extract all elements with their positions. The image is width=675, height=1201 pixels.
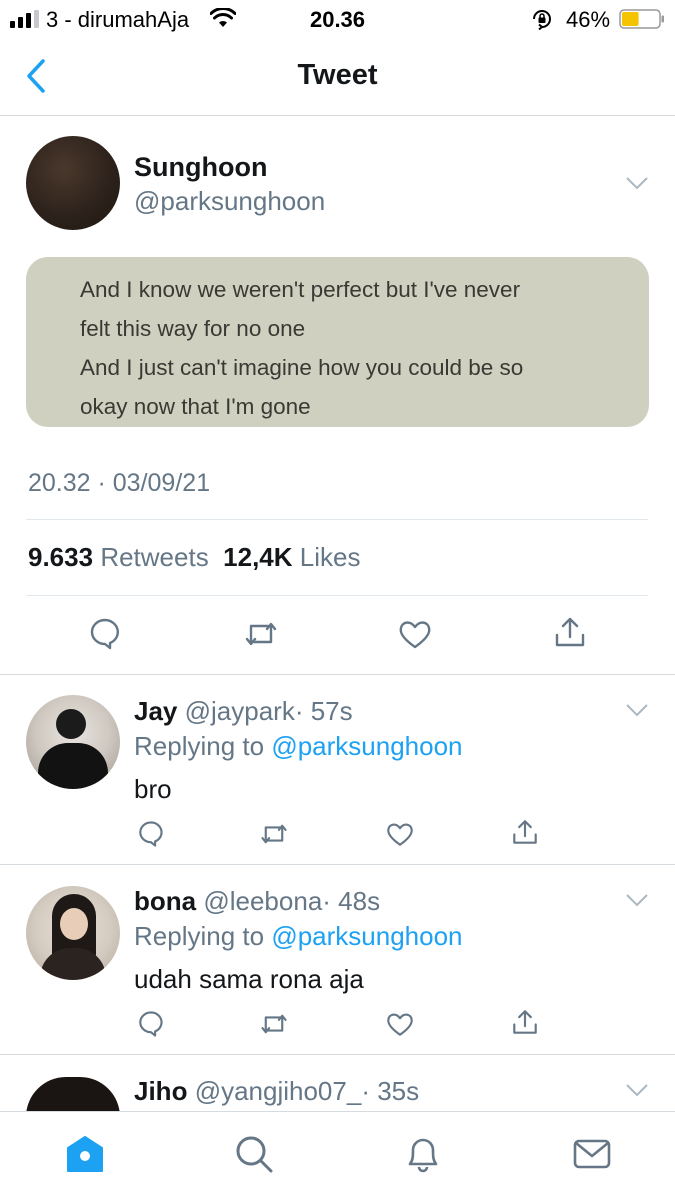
like-icon[interactable] (386, 820, 414, 848)
tweet-timestamp: 20.32 · 03/09/21 (28, 469, 211, 497)
author-name[interactable]: Sunghoon (134, 152, 267, 183)
replying-to: Replying to @parksunghoon (134, 731, 463, 762)
likes-count[interactable]: 12,4K (223, 542, 292, 572)
replying-to-link[interactable]: @parksunghoon (271, 731, 462, 761)
notifications-icon[interactable] (403, 1134, 443, 1174)
image-text-line: And I just can't imagine how you could b… (80, 355, 524, 380)
author-name[interactable]: Jay (134, 696, 177, 726)
divider (26, 519, 648, 520)
retweets-label[interactable]: Retweets (100, 542, 208, 572)
reply-author: Jay @jaypark· 57s (134, 696, 353, 727)
avatar[interactable] (26, 1077, 120, 1111)
tweet-stats: 9.633 Retweets 12,4K Likes (28, 542, 360, 573)
avatar[interactable] (26, 695, 120, 789)
share-icon[interactable] (553, 615, 587, 649)
retweet-icon[interactable] (244, 617, 278, 651)
avatar[interactable] (26, 886, 120, 980)
like-icon[interactable] (386, 1010, 414, 1038)
search-icon[interactable] (234, 1134, 274, 1174)
reply-tweet[interactable]: Jay @jaypark· 57s Replying to @parksungh… (0, 675, 675, 864)
share-icon[interactable] (511, 1008, 539, 1036)
image-text-line: felt this way for no one (80, 316, 306, 341)
retweet-icon[interactable] (260, 820, 288, 848)
reply-time: · 35s (361, 1076, 420, 1106)
messages-icon[interactable] (572, 1134, 612, 1174)
home-icon[interactable] (65, 1134, 105, 1174)
reply-text: bro (134, 774, 172, 804)
status-bar: 3 - dirumahAja 20.36 46% (0, 0, 675, 38)
reply-time: · 48s (322, 886, 381, 916)
reply-icon[interactable] (137, 1010, 165, 1038)
likes-label[interactable]: Likes (300, 542, 361, 572)
orientation-lock-icon (533, 10, 551, 30)
tweet-image[interactable]: And I know we weren't perfect but I've n… (26, 257, 649, 427)
chevron-down-icon[interactable] (626, 893, 648, 907)
page-title: Tweet (297, 59, 378, 91)
retweet-icon[interactable] (260, 1010, 288, 1038)
reply-icon[interactable] (137, 820, 165, 848)
image-text-line: okay now that I'm gone (80, 394, 311, 419)
tab-bar (0, 1111, 675, 1201)
reply-tweet[interactable]: bona @leebona· 48s Replying to @parksung… (0, 865, 675, 1054)
avatar-figure (40, 948, 106, 980)
replying-prefix: Replying to (134, 731, 265, 761)
battery-percent: 46% (566, 7, 611, 32)
avatar-figure (38, 743, 108, 789)
avatar-figure (26, 1077, 120, 1111)
author-handle[interactable]: @parksunghoon (134, 186, 325, 217)
like-icon[interactable] (398, 617, 432, 651)
chevron-down-icon[interactable] (626, 703, 648, 717)
author-name[interactable]: bona (134, 886, 196, 916)
replying-to-link[interactable]: @parksunghoon (271, 921, 462, 951)
reply-author: bona @leebona· 48s (134, 886, 380, 917)
reply-icon[interactable] (88, 617, 122, 651)
replying-prefix: Replying to (134, 921, 265, 951)
reply-time: · 57s (294, 696, 353, 726)
divider (26, 595, 648, 596)
chevron-down-icon[interactable] (626, 1083, 648, 1097)
author-handle[interactable]: @yangjiho07_ (195, 1076, 362, 1106)
reply-text: udah sama rona aja (134, 964, 364, 994)
retweets-count[interactable]: 9.633 (28, 542, 93, 572)
avatar-figure (56, 709, 86, 739)
author-name[interactable]: Jiho (134, 1076, 187, 1106)
header-bar: Tweet (0, 38, 675, 116)
chevron-down-icon[interactable] (626, 176, 648, 190)
battery-icon (619, 9, 664, 29)
author-handle[interactable]: @leebona (203, 886, 322, 916)
replying-to: Replying to @parksunghoon (134, 921, 463, 952)
author-handle[interactable]: @jaypark (185, 696, 295, 726)
reply-author: Jiho @yangjiho07_· 35s (134, 1076, 419, 1107)
avatar-figure (60, 908, 88, 940)
image-text-line: And I know we weren't perfect but I've n… (80, 277, 521, 302)
share-icon[interactable] (511, 818, 539, 846)
reply-tweet[interactable]: Jiho @yangjiho07_· 35s (0, 1055, 675, 1111)
avatar[interactable] (26, 136, 120, 230)
